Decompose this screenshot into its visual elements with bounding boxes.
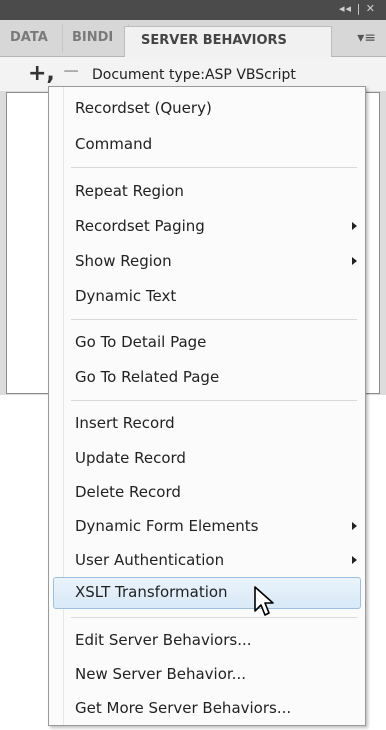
tab-server-behaviors[interactable]: SERVER BEHAVIORS <box>124 26 332 57</box>
menu-item-label: Recordset (Query) <box>75 99 212 117</box>
menu-item-label: Get More Server Behaviors... <box>75 699 292 717</box>
menu-item-label: Dynamic Form Elements <box>75 517 259 535</box>
submenu-arrow-icon <box>352 556 357 564</box>
panel-tabbar: DATA BINDI SERVER BEHAVIORS ▾≡ <box>0 20 386 57</box>
menu-item-label: Go To Detail Page <box>75 333 207 351</box>
menu-item-label: New Server Behavior... <box>75 665 246 683</box>
menu-item-label: Command <box>75 135 153 153</box>
panel-window-controls[interactable]: ◂◂ | ✕ <box>339 2 376 15</box>
menu-item-new-server-behavior[interactable]: New Server Behavior... <box>53 659 359 689</box>
menu-item-delete-record[interactable]: Delete Record <box>53 477 359 507</box>
menu-item-label: Insert Record <box>75 414 175 432</box>
menu-item-get-more-server-behaviors[interactable]: Get More Server Behaviors... <box>53 693 359 723</box>
panel-titlebar: ◂◂ | ✕ <box>0 0 386 20</box>
document-type-label: Document type:ASP VBScript <box>92 67 296 83</box>
menu-item-label: XSLT Transformation <box>75 583 228 601</box>
menu-item-label: Dynamic Text <box>75 287 177 305</box>
menu-item-command[interactable]: Command <box>53 129 359 159</box>
menu-item-dynamic-text[interactable]: Dynamic Text <box>53 281 359 311</box>
remove-behavior-icon[interactable]: − <box>62 59 80 84</box>
menu-item-label: Show Region <box>75 252 172 270</box>
menu-item-recordset-query[interactable]: Recordset (Query) <box>53 93 359 123</box>
menu-item-show-region[interactable]: Show Region <box>53 246 359 276</box>
submenu-arrow-icon <box>352 222 357 230</box>
tab-bindings[interactable]: BINDI <box>66 24 129 52</box>
menu-item-go-to-detail-page[interactable]: Go To Detail Page <box>53 327 359 357</box>
add-behavior-icon[interactable]: +, <box>28 61 55 86</box>
menu-separator <box>71 617 357 618</box>
submenu-arrow-icon <box>352 522 357 530</box>
submenu-arrow-icon <box>352 257 357 265</box>
add-behavior-menu: Recordset (Query) Command Repeat Region … <box>48 86 366 726</box>
menu-item-label: Delete Record <box>75 483 181 501</box>
menu-item-xslt-transformation[interactable]: XSLT Transformation <box>53 577 361 609</box>
menu-item-recordset-paging[interactable]: Recordset Paging <box>53 211 359 241</box>
menu-item-label: Edit Server Behaviors... <box>75 631 252 649</box>
menu-item-edit-server-behaviors[interactable]: Edit Server Behaviors... <box>53 625 359 655</box>
menu-separator <box>71 167 357 168</box>
tab-data[interactable]: DATA <box>8 24 63 52</box>
menu-separator <box>71 319 357 320</box>
menu-item-go-to-related-page[interactable]: Go To Related Page <box>53 362 359 392</box>
menu-item-label: Update Record <box>75 449 186 467</box>
menu-item-update-record[interactable]: Update Record <box>53 443 359 473</box>
menu-item-dynamic-form-elements[interactable]: Dynamic Form Elements <box>53 511 359 541</box>
menu-item-user-authentication[interactable]: User Authentication <box>53 545 359 575</box>
menu-item-label: Go To Related Page <box>75 368 220 386</box>
menu-item-label: Repeat Region <box>75 182 184 200</box>
menu-item-repeat-region[interactable]: Repeat Region <box>53 176 359 206</box>
mouse-cursor-icon <box>254 586 274 616</box>
menu-item-label: Recordset Paging <box>75 217 205 235</box>
menu-item-insert-record[interactable]: Insert Record <box>53 408 359 438</box>
menu-separator <box>71 400 357 401</box>
menu-item-label: User Authentication <box>75 551 225 569</box>
panel-options-menu-icon[interactable]: ▾≡ <box>357 30 376 46</box>
